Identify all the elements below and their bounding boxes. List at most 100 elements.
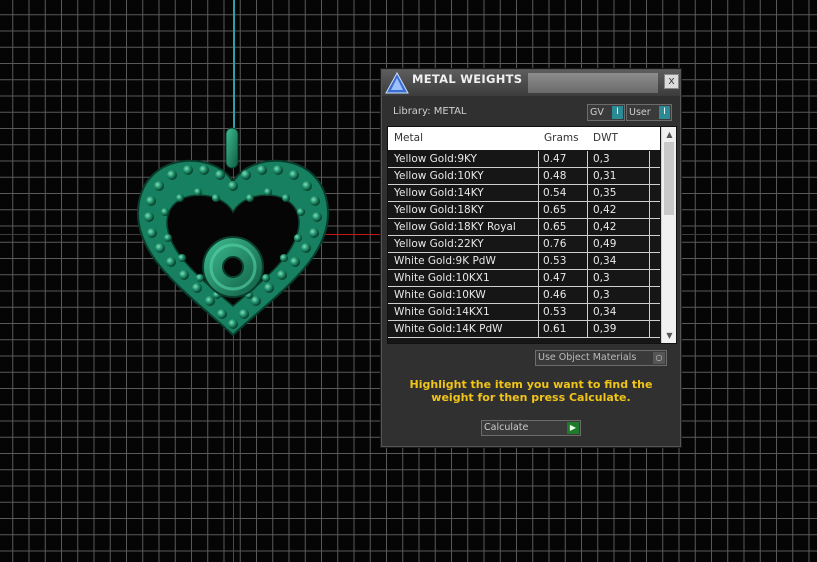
cell-separator	[538, 219, 539, 235]
table-row[interactable]: White Gold:10KW 0.46 0,3	[388, 287, 660, 304]
user-toggle-label: User	[629, 107, 651, 118]
cell-metal: Yellow Gold:22KY	[394, 238, 484, 250]
radio-icon: ○	[653, 352, 665, 364]
cell-separator	[587, 202, 588, 218]
cell-separator	[587, 321, 588, 337]
cell-separator	[587, 304, 588, 320]
panel-title: METAL WEIGHTS	[412, 72, 523, 86]
table-row[interactable]: Yellow Gold:9KY 0.47 0,3	[388, 151, 660, 168]
cell-separator	[649, 287, 650, 303]
cell-separator	[649, 304, 650, 320]
cell-grams: 0.47	[543, 272, 567, 284]
cell-metal: Yellow Gold:18KY	[394, 204, 484, 216]
cell-grams: 0.46	[543, 289, 567, 301]
table-row[interactable]: Yellow Gold:14KY 0.54 0,35	[388, 185, 660, 202]
titlebar-fill	[528, 73, 658, 93]
library-label: Library: METAL	[393, 106, 467, 117]
cell-separator	[587, 236, 588, 252]
table-row[interactable]: White Gold:14KX1 0.53 0,34	[388, 304, 660, 321]
cell-metal: Yellow Gold:9KY	[394, 153, 477, 165]
cell-dwt: 0,34	[593, 306, 617, 318]
use-object-materials-label: Use Object Materials	[538, 352, 637, 363]
cell-metal: Yellow Gold:10KY	[394, 170, 484, 182]
cell-dwt: 0,42	[593, 204, 617, 216]
cell-dwt: 0,31	[593, 170, 617, 182]
cell-separator	[538, 253, 539, 269]
cell-dwt: 0,3	[593, 289, 610, 301]
cell-grams: 0.76	[543, 238, 567, 250]
cell-separator	[649, 321, 650, 337]
cell-separator	[538, 151, 539, 167]
cell-separator	[587, 151, 588, 167]
metal-table[interactable]: Metal Grams DWT Yellow Gold:9KY 0.47 0,3…	[387, 126, 677, 344]
cell-separator	[538, 270, 539, 286]
cell-grams: 0.48	[543, 170, 567, 182]
cell-grams: 0.61	[543, 323, 567, 335]
cell-grams: 0.47	[543, 153, 567, 165]
cell-separator	[538, 202, 539, 218]
cell-separator	[649, 236, 650, 252]
cell-grams: 0.53	[543, 306, 567, 318]
header-dwt[interactable]: DWT	[593, 132, 618, 144]
cell-dwt: 0,34	[593, 255, 617, 267]
cell-separator	[649, 253, 650, 269]
table-header: Metal Grams DWT	[388, 127, 660, 150]
use-object-materials-button[interactable]: Use Object Materials ○	[535, 350, 667, 366]
metal-weights-panel: METAL WEIGHTS x Library: METAL GV I User…	[380, 68, 682, 448]
cell-metal: White Gold:9K PdW	[394, 255, 496, 267]
cell-dwt: 0,3	[593, 153, 610, 165]
user-toggle-knob-icon: I	[659, 106, 670, 119]
cell-separator	[538, 236, 539, 252]
cell-separator	[538, 168, 539, 184]
z-axis-line	[233, 0, 235, 130]
cell-metal: White Gold:14K PdW	[394, 323, 503, 335]
heart-pendant-model[interactable]	[120, 120, 350, 350]
instruction-text: Highlight the item you want to find the …	[409, 378, 653, 404]
cell-dwt: 0,49	[593, 238, 617, 250]
table-row[interactable]: Yellow Gold:22KY 0.76 0,49	[388, 236, 660, 253]
gv-toggle[interactable]: GV I	[587, 104, 625, 121]
scrollbar-thumb[interactable]	[664, 142, 674, 215]
cell-separator	[538, 321, 539, 337]
cell-separator	[649, 219, 650, 235]
cell-separator	[538, 304, 539, 320]
header-metal[interactable]: Metal	[394, 132, 423, 144]
cell-separator	[649, 151, 650, 167]
table-scrollbar[interactable]: ▲ ▼	[661, 127, 676, 343]
scroll-up-icon[interactable]: ▲	[662, 128, 676, 141]
close-icon[interactable]: x	[664, 74, 679, 89]
cell-dwt: 0,39	[593, 323, 617, 335]
header-grams[interactable]: Grams	[544, 132, 579, 144]
cell-metal: Yellow Gold:14KY	[394, 187, 484, 199]
cell-dwt: 0,3	[593, 272, 610, 284]
cell-grams: 0.65	[543, 221, 567, 233]
scroll-down-icon[interactable]: ▼	[662, 329, 676, 342]
panel-titlebar[interactable]: METAL WEIGHTS x	[382, 70, 680, 96]
cell-separator	[587, 219, 588, 235]
cell-separator	[649, 270, 650, 286]
cell-separator	[538, 185, 539, 201]
cell-grams: 0.53	[543, 255, 567, 267]
cell-separator	[649, 168, 650, 184]
user-toggle[interactable]: User I	[626, 104, 672, 121]
calculate-label: Calculate	[484, 422, 529, 433]
cell-separator	[587, 168, 588, 184]
cell-separator	[587, 287, 588, 303]
table-row[interactable]: White Gold:9K PdW 0.53 0,34	[388, 253, 660, 270]
gv-toggle-knob-icon: I	[612, 106, 623, 119]
table-row[interactable]: Yellow Gold:18KY Royal 0.65 0,42	[388, 219, 660, 236]
cell-metal: White Gold:10KW	[394, 289, 486, 301]
cell-dwt: 0,42	[593, 221, 617, 233]
play-arrow-icon: ▶	[567, 422, 579, 434]
calculate-button[interactable]: Calculate ▶	[481, 420, 581, 436]
cell-grams: 0.54	[543, 187, 567, 199]
cell-separator	[649, 185, 650, 201]
cell-metal: White Gold:14KX1	[394, 306, 490, 318]
table-row[interactable]: White Gold:10KX1 0.47 0,3	[388, 270, 660, 287]
cell-separator	[587, 253, 588, 269]
table-row[interactable]: White Gold:14K PdW 0.61 0,39	[388, 321, 660, 338]
cell-metal: Yellow Gold:18KY Royal	[394, 221, 516, 233]
table-row[interactable]: Yellow Gold:10KY 0.48 0,31	[388, 168, 660, 185]
table-row[interactable]: Yellow Gold:18KY 0.65 0,42	[388, 202, 660, 219]
gv-toggle-label: GV	[590, 107, 604, 118]
